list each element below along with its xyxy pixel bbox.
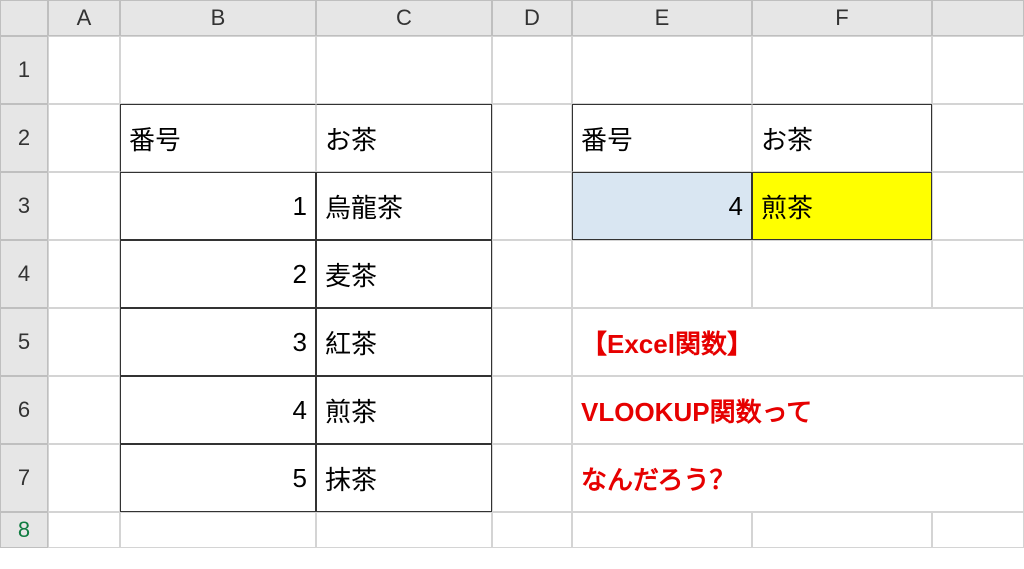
cell-A2[interactable] xyxy=(48,104,120,172)
cell-D4[interactable] xyxy=(492,240,572,308)
cell-C6[interactable]: 煎茶 xyxy=(316,376,492,444)
cell-G4[interactable] xyxy=(932,240,1024,308)
caption-line-1: 【Excel関数】 xyxy=(581,324,753,361)
cell-E3[interactable]: 4 xyxy=(572,172,752,240)
cell-D2[interactable] xyxy=(492,104,572,172)
row-header-5[interactable]: 5 xyxy=(0,308,48,376)
caption-line-2: VLOOKUP関数って xyxy=(581,392,812,429)
row-header-6[interactable]: 6 xyxy=(0,376,48,444)
cell-D5[interactable] xyxy=(492,308,572,376)
cell-B7[interactable]: 5 xyxy=(120,444,316,512)
cell-F4[interactable] xyxy=(752,240,932,308)
row-header-2[interactable]: 2 xyxy=(0,104,48,172)
cell-D6[interactable] xyxy=(492,376,572,444)
cell-E7[interactable]: なんだろう？ xyxy=(572,444,1024,512)
cell-A5[interactable] xyxy=(48,308,120,376)
cell-G8[interactable] xyxy=(932,512,1024,548)
cell-C3[interactable]: 烏龍茶 xyxy=(316,172,492,240)
row-header-4[interactable]: 4 xyxy=(0,240,48,308)
cell-E2[interactable]: 番号 xyxy=(572,104,752,172)
cell-B3[interactable]: 1 xyxy=(120,172,316,240)
cell-C2[interactable]: お茶 xyxy=(316,104,492,172)
cell-C5[interactable]: 紅茶 xyxy=(316,308,492,376)
cell-G3[interactable] xyxy=(932,172,1024,240)
cell-F1[interactable] xyxy=(752,36,932,104)
cell-C8[interactable] xyxy=(316,512,492,548)
cell-B6[interactable]: 4 xyxy=(120,376,316,444)
cell-A6[interactable] xyxy=(48,376,120,444)
row-header-8[interactable]: 8 xyxy=(0,512,48,548)
col-header-C[interactable]: C xyxy=(316,0,492,36)
cell-G2[interactable] xyxy=(932,104,1024,172)
cell-F2[interactable]: お茶 xyxy=(752,104,932,172)
cell-A7[interactable] xyxy=(48,444,120,512)
caption-line-3: なんだろう？ xyxy=(581,460,735,497)
cell-E8[interactable] xyxy=(572,512,752,548)
cell-E5[interactable]: 【Excel関数】 xyxy=(572,308,1024,376)
cell-B4[interactable]: 2 xyxy=(120,240,316,308)
cell-E1[interactable] xyxy=(572,36,752,104)
select-all-corner[interactable] xyxy=(0,0,48,36)
cell-E6[interactable]: VLOOKUP関数って xyxy=(572,376,1024,444)
col-header-A[interactable]: A xyxy=(48,0,120,36)
cell-A4[interactable] xyxy=(48,240,120,308)
cell-E4[interactable] xyxy=(572,240,752,308)
cell-D8[interactable] xyxy=(492,512,572,548)
cell-A1[interactable] xyxy=(48,36,120,104)
cell-D1[interactable] xyxy=(492,36,572,104)
cell-A3[interactable] xyxy=(48,172,120,240)
cell-B5[interactable]: 3 xyxy=(120,308,316,376)
col-header-F[interactable]: F xyxy=(752,0,932,36)
cell-B2[interactable]: 番号 xyxy=(120,104,316,172)
spreadsheet[interactable]: A B C D E F 1 2 番号 お茶 番号 お茶 3 1 烏龍茶 4 煎茶… xyxy=(0,0,1024,548)
row-header-7[interactable]: 7 xyxy=(0,444,48,512)
row-header-1[interactable]: 1 xyxy=(0,36,48,104)
cell-B8[interactable] xyxy=(120,512,316,548)
cell-C7[interactable]: 抹茶 xyxy=(316,444,492,512)
cell-D3[interactable] xyxy=(492,172,572,240)
cell-F8[interactable] xyxy=(752,512,932,548)
cell-B1[interactable] xyxy=(120,36,316,104)
row-header-3[interactable]: 3 xyxy=(0,172,48,240)
cell-C4[interactable]: 麦茶 xyxy=(316,240,492,308)
cell-C1[interactable] xyxy=(316,36,492,104)
col-header-D[interactable]: D xyxy=(492,0,572,36)
cell-D7[interactable] xyxy=(492,444,572,512)
cell-F3[interactable]: 煎茶 xyxy=(752,172,932,240)
cell-A8[interactable] xyxy=(48,512,120,548)
col-header-B[interactable]: B xyxy=(120,0,316,36)
col-header-G[interactable] xyxy=(932,0,1024,36)
cell-G1[interactable] xyxy=(932,36,1024,104)
col-header-E[interactable]: E xyxy=(572,0,752,36)
